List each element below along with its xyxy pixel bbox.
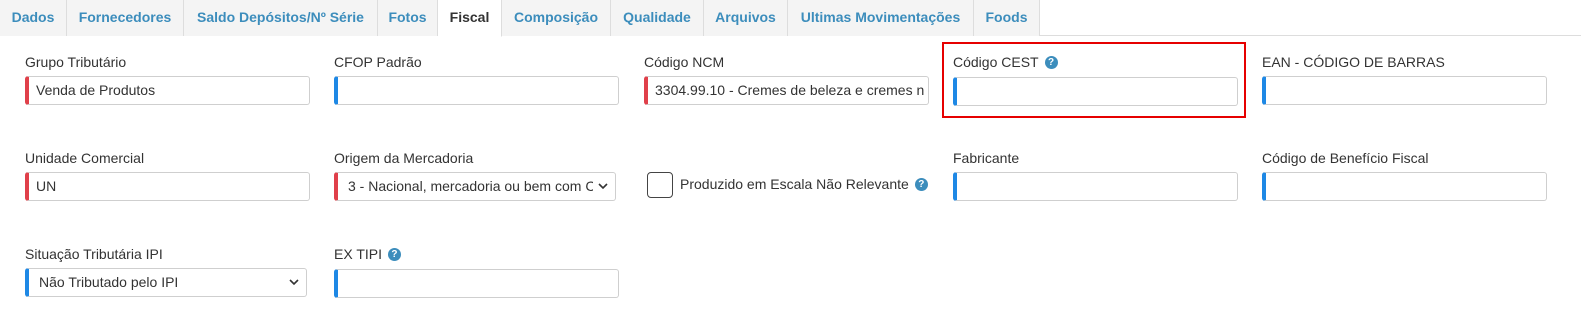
tab-composicao[interactable]: Composição (502, 0, 611, 36)
grupo-tributario-label: Grupo Tributário (25, 54, 127, 70)
tab-bar: Dados Fornecedores Saldo Depósitos/Nº Sé… (0, 0, 1581, 37)
codigo-ncm-input[interactable]: 3304.99.10 - Cremes de beleza e cremes n (644, 76, 929, 105)
situacao-ipi-select[interactable]: Não Tributado pelo IPI (25, 268, 307, 297)
produzido-escala-checkbox[interactable] (647, 172, 673, 198)
unidade-comercial-label: Unidade Comercial (25, 150, 145, 166)
ex-tipi-label-text: EX TIPI (334, 246, 382, 262)
help-icon[interactable]: ? (914, 177, 928, 191)
fabricante-label: Fabricante (953, 150, 1020, 166)
origem-mercadoria-label: Origem da Mercadoria (334, 150, 474, 166)
highlight-box (942, 42, 1246, 118)
origem-mercadoria-value: 3 - Nacional, mercadoria ou bem com C (348, 178, 593, 194)
origem-mercadoria-select[interactable]: 3 - Nacional, mercadoria ou bem com C (334, 172, 616, 201)
chevron-down-icon (289, 279, 299, 286)
tab-fotos[interactable]: Fotos (378, 0, 438, 36)
tab-arquivos[interactable]: Arquivos (704, 0, 788, 36)
ex-tipi-input[interactable] (334, 269, 619, 298)
tab-qualidade[interactable]: Qualidade (611, 0, 704, 36)
chevron-down-icon (598, 183, 608, 190)
help-icon[interactable]: ? (387, 247, 401, 261)
produzido-escala-label: Produzido em Escala Não Relevante? (680, 176, 928, 192)
tab-fiscal[interactable]: Fiscal (438, 0, 502, 37)
tab-dados[interactable]: Dados (0, 0, 67, 36)
situacao-ipi-value: Não Tributado pelo IPI (39, 274, 179, 290)
produzido-escala-label-text: Produzido em Escala Não Relevante (680, 176, 909, 192)
codigo-beneficio-input[interactable] (1262, 172, 1547, 201)
cfop-padrao-label: CFOP Padrão (334, 54, 422, 70)
unidade-comercial-input[interactable]: UN (25, 172, 310, 201)
tab-saldo-depositos[interactable]: Saldo Depósitos/Nº Série (184, 0, 378, 36)
ean-label: EAN - CÓDIGO DE BARRAS (1262, 54, 1445, 70)
tab-foods[interactable]: Foods (974, 0, 1040, 36)
ex-tipi-label: EX TIPI? (334, 246, 401, 262)
situacao-ipi-label: Situação Tributária IPI (25, 246, 163, 262)
tab-fornecedores[interactable]: Fornecedores (67, 0, 184, 36)
fabricante-input[interactable] (953, 172, 1238, 201)
ean-input[interactable] (1262, 76, 1547, 105)
tab-ultimas-movimentacoes[interactable]: Ultimas Movimentações (788, 0, 974, 36)
cfop-padrao-input[interactable] (334, 76, 619, 105)
codigo-beneficio-label: Código de Benefício Fiscal (1262, 150, 1429, 166)
codigo-ncm-label: Código NCM (644, 54, 725, 70)
grupo-tributario-input[interactable]: Venda de Produtos (25, 76, 310, 105)
